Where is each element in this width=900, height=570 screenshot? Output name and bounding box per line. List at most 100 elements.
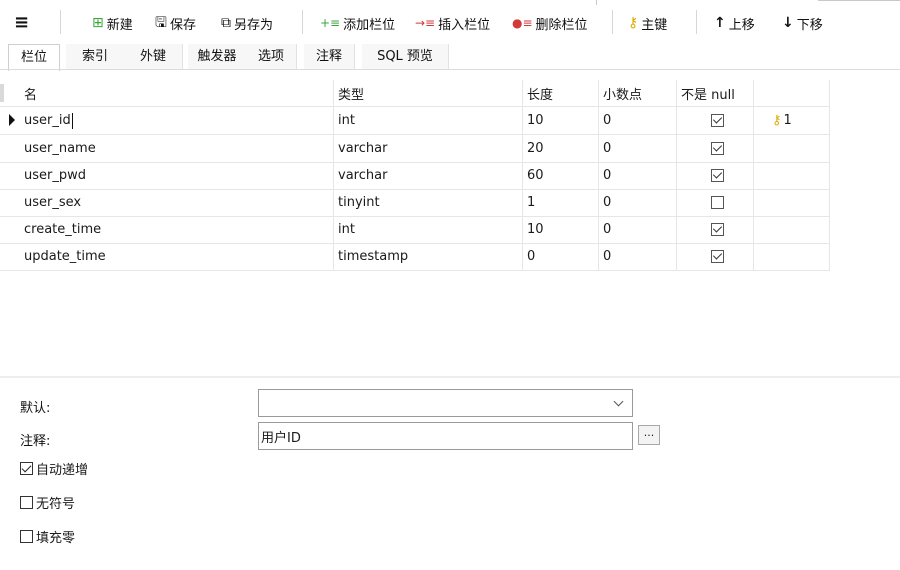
not-null-checkbox[interactable] [711, 196, 724, 209]
field-type-cell[interactable]: timestamp [334, 243, 523, 270]
field-length-cell[interactable]: 20 [523, 135, 599, 162]
panel-splitter[interactable] [0, 376, 900, 378]
col-header-key [754, 80, 830, 106]
field-length-cell[interactable]: 10 [523, 107, 599, 134]
zerofill-label: 填充零 [36, 531, 76, 546]
field-decimals-cell[interactable]: 0 [599, 135, 677, 162]
field-decimals-cell[interactable]: 0 [599, 189, 677, 216]
table-row[interactable]: user_sex tinyint 1 0 [0, 189, 830, 217]
save-icon: 🖫 [155, 15, 167, 31]
toolbar-divider [612, 10, 613, 34]
tab-sql-preview[interactable]: SQL 预览 [362, 44, 449, 69]
col-header-decimals[interactable]: 小数点 [599, 80, 677, 106]
text-caret [71, 112, 73, 129]
chevron-down-icon [613, 396, 624, 407]
tab-foreign-keys[interactable]: 外键 [124, 44, 183, 69]
arrow-down-icon: ↓ [782, 15, 794, 31]
comment-input[interactable]: 用户ID [258, 422, 633, 450]
not-null-checkbox[interactable] [711, 114, 724, 127]
table-row[interactable]: user_id int 10 0 ⚷ 1 [0, 107, 830, 135]
save-as-button[interactable]: ⧉ 另存为 [221, 12, 273, 34]
field-type-cell[interactable]: varchar [334, 162, 523, 189]
auto-increment-checkbox[interactable]: 自动递增 [20, 459, 88, 478]
key-cell [754, 243, 830, 270]
table-row[interactable]: update_time timestamp 0 0 [0, 243, 830, 271]
col-header-name[interactable]: 名 [20, 80, 334, 106]
comment-label: 注释: [20, 434, 51, 449]
field-type-cell[interactable]: int [334, 216, 523, 243]
not-null-cell[interactable] [677, 189, 754, 216]
field-decimals-cell[interactable]: 0 [599, 216, 677, 243]
field-length-cell[interactable]: 60 [523, 162, 599, 189]
field-length-cell[interactable]: 0 [523, 243, 599, 270]
primary-key-label: 主键 [641, 17, 668, 33]
field-name: user_id [24, 113, 71, 128]
tab-options[interactable]: 选项 [246, 44, 297, 69]
not-null-cell[interactable] [677, 162, 754, 189]
default-select[interactable] [258, 389, 633, 417]
key-cell [754, 135, 830, 162]
move-up-button[interactable]: ↑ 上移 [714, 12, 755, 34]
field-type-cell[interactable]: varchar [334, 135, 523, 162]
current-row-indicator [9, 114, 15, 126]
field-length-cell[interactable]: 10 [523, 216, 599, 243]
insert-field-button[interactable]: →≡ 插入栏位 [415, 12, 490, 34]
field-name-cell[interactable]: user_pwd [20, 162, 334, 189]
key-cell [754, 189, 830, 216]
grid-header: 名 类型 长度 小数点 不是 null [0, 80, 830, 107]
field-decimals-cell[interactable]: 0 [599, 243, 677, 270]
tab-triggers[interactable]: 触发器 [188, 44, 247, 69]
col-header-length[interactable]: 长度 [523, 80, 599, 106]
field-length-cell[interactable]: 1 [523, 189, 599, 216]
delete-field-button[interactable]: ●≡ 删除栏位 [512, 12, 588, 34]
not-null-checkbox[interactable] [711, 142, 724, 155]
add-field-button[interactable]: +≡ 添加栏位 [320, 12, 395, 34]
key-order: 1 [783, 113, 792, 128]
save-as-label: 另存为 [234, 17, 274, 33]
toolbar-divider [302, 10, 303, 34]
unsigned-checkbox[interactable]: 无符号 [20, 493, 75, 512]
tab-fields[interactable]: 栏位 [8, 44, 60, 71]
zerofill-checkbox[interactable]: 填充零 [20, 527, 75, 546]
field-name-cell[interactable]: user_sex [20, 189, 334, 216]
not-null-checkbox[interactable] [711, 169, 724, 182]
move-up-label: 上移 [728, 17, 755, 33]
col-header-type[interactable]: 类型 [334, 80, 523, 106]
col-header-not-null[interactable]: 不是 null [677, 80, 754, 106]
toolbar: ≡ ⊞ 新建 🖫 保存 ⧉ 另存为 +≡ 添加栏位 →≡ 插入栏位 ●≡ 删除栏… [0, 0, 900, 44]
not-null-cell[interactable] [677, 216, 754, 243]
move-down-label: 下移 [796, 17, 823, 33]
new-button[interactable]: ⊞ 新建 [92, 12, 133, 34]
field-decimals-cell[interactable]: 0 [599, 162, 677, 189]
insert-field-label: 插入栏位 [438, 17, 491, 33]
not-null-cell[interactable] [677, 243, 754, 270]
not-null-checkbox[interactable] [711, 250, 724, 263]
comment-browse-button[interactable]: ... [638, 425, 660, 445]
add-field-label: 添加栏位 [343, 17, 396, 33]
table-row[interactable]: create_time int 10 0 [0, 216, 830, 244]
table-row[interactable]: user_name varchar 20 0 [0, 135, 830, 163]
field-name-cell[interactable]: user_name [20, 135, 334, 162]
unsigned-check-icon [20, 496, 33, 509]
field-type-cell[interactable]: tinyint [334, 189, 523, 216]
hamburger-icon: ≡ [14, 12, 30, 33]
not-null-cell[interactable] [677, 135, 754, 162]
tab-indexes[interactable]: 索引 [66, 44, 125, 69]
window-edge [596, 0, 597, 5]
field-name-cell[interactable]: create_time [20, 216, 334, 243]
save-button[interactable]: 🖫 保存 [155, 12, 196, 34]
zerofill-check-icon [20, 530, 33, 543]
field-name-cell[interactable]: user_id [20, 107, 334, 134]
field-name-cell[interactable]: update_time [20, 243, 334, 270]
move-down-button[interactable]: ↓ 下移 [782, 12, 823, 34]
not-null-cell[interactable] [677, 107, 754, 134]
tab-comment[interactable]: 注释 [304, 44, 355, 69]
default-label: 默认: [20, 401, 51, 416]
not-null-checkbox[interactable] [711, 223, 724, 236]
menu-button[interactable]: ≡ [14, 12, 32, 34]
designer-tabs: 栏位 索引 外键 触发器 选项 注释 SQL 预览 [0, 44, 900, 71]
primary-key-button[interactable]: ⚷ 主键 [628, 12, 667, 34]
table-row[interactable]: user_pwd varchar 60 0 [0, 162, 830, 190]
field-type-cell[interactable]: int [334, 107, 523, 134]
field-decimals-cell[interactable]: 0 [599, 107, 677, 134]
